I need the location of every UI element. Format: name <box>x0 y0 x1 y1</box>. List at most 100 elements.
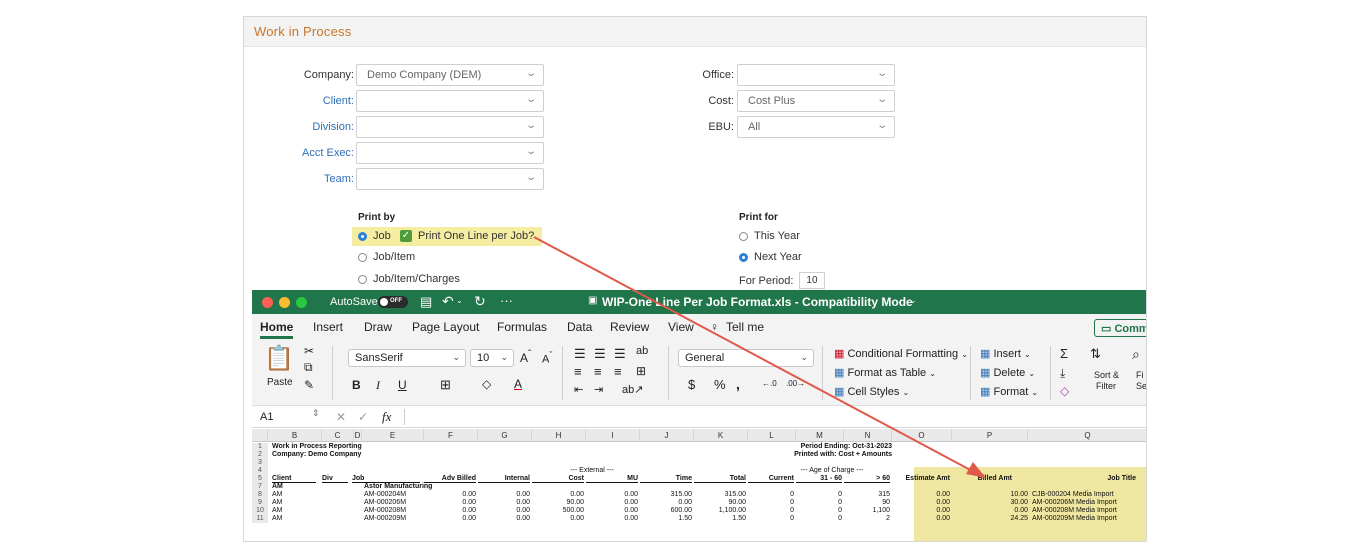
comma-icon[interactable]: , <box>736 376 740 392</box>
cell-estimate-amt[interactable]: 0.00 <box>892 491 950 499</box>
cell-total[interactable]: 315.00 <box>694 491 746 499</box>
radio-job-item-charges[interactable]: Job/Item/Charges <box>358 273 460 285</box>
age-of-charge-header[interactable]: --- Age of Charge --- <box>782 467 882 475</box>
cell-client[interactable]: AM <box>272 515 283 523</box>
row-number[interactable]: 4 <box>252 467 268 475</box>
row-number[interactable]: 11 <box>252 515 268 523</box>
format-as-table-button[interactable]: ▦ Format as Table ⌄ <box>834 366 936 379</box>
save-icon[interactable]: ▤ <box>420 294 432 310</box>
tab-formulas[interactable]: Formulas <box>497 320 547 334</box>
radio-this-year[interactable]: This Year <box>739 230 800 242</box>
header-estimate-amt[interactable]: Estimate Amt <box>892 475 950 483</box>
col-header-o[interactable]: O <box>892 429 952 442</box>
tab-page-layout[interactable]: Page Layout <box>412 320 479 334</box>
name-box[interactable]: A1 <box>260 411 273 423</box>
increase-font-icon[interactable]: Aˆ <box>520 349 531 365</box>
col-header-m[interactable]: M <box>796 429 844 442</box>
orientation-icon[interactable]: ab↗ <box>622 383 643 396</box>
align-middle-icon[interactable]: ☰ <box>594 346 606 362</box>
header-31-60[interactable]: 31 - 60 <box>796 475 842 483</box>
tab-tell-me[interactable]: Tell me <box>726 320 764 334</box>
cell-total[interactable]: 90.00 <box>694 499 746 507</box>
underline-icon[interactable]: U <box>398 378 407 392</box>
stepper-icon[interactable]: ⇕ <box>312 408 320 419</box>
col-header-i[interactable]: I <box>586 429 640 442</box>
col-header-c[interactable]: C <box>322 429 354 442</box>
cell-time[interactable]: 0.00 <box>640 499 692 507</box>
cell-adv-billed[interactable]: 0.00 <box>424 491 476 499</box>
cell-styles-button[interactable]: ▦ Cell Styles ⌄ <box>834 385 909 398</box>
tab-draw[interactable]: Draw <box>364 320 392 334</box>
col-header-n[interactable]: N <box>844 429 892 442</box>
chevron-down-icon[interactable]: ⌄ <box>456 296 463 305</box>
find-label-2[interactable]: Se <box>1136 381 1146 391</box>
row-number[interactable]: 7 <box>252 483 268 491</box>
cell-adv-billed[interactable]: 0.00 <box>424 507 476 515</box>
confirm-icon[interactable]: ✓ <box>358 410 368 424</box>
font-name-select[interactable]: SansSerif ⌄ <box>348 349 466 367</box>
cell-estimate-amt[interactable]: 0.00 <box>892 507 950 515</box>
number-format-select[interactable]: General ⌄ <box>678 349 814 367</box>
cell-billed-amt[interactable]: 0.00 <box>952 507 1028 515</box>
row-number[interactable]: 5 <box>252 475 268 483</box>
col-header-q[interactable]: Q <box>1028 429 1146 442</box>
cell-job[interactable]: AM-000208M <box>364 507 406 515</box>
col-header-j[interactable]: J <box>640 429 694 442</box>
company-select[interactable]: Demo Company (DEM) ⌄ <box>356 64 544 86</box>
cell-job-title[interactable]: CJB-000204 Media Import <box>1032 491 1114 499</box>
find-label-1[interactable]: Fi <box>1136 370 1144 380</box>
division-select[interactable]: ⌄ <box>356 116 544 138</box>
fill-color-icon[interactable]: ◇ <box>482 377 491 391</box>
cell-adv-billed[interactable]: 0.00 <box>424 515 476 523</box>
sort-filter-icon[interactable]: ⇅ <box>1090 346 1101 362</box>
cell-internal[interactable]: 0.00 <box>478 515 530 523</box>
cell-cost[interactable]: 500.00 <box>532 507 584 515</box>
col-header-e[interactable]: E <box>362 429 424 442</box>
autosave-toggle[interactable]: OFF <box>378 296 408 308</box>
cost-select[interactable]: Cost Plus ⌄ <box>737 90 895 112</box>
external-group-header[interactable]: --- External --- <box>552 467 632 475</box>
format-cells-button[interactable]: ▦ Format ⌄ <box>980 385 1038 398</box>
cell-job-title[interactable]: AM-000209M Media Import <box>1032 515 1117 523</box>
client-name-cell[interactable]: Astor Manufacturing <box>364 483 432 491</box>
cell-31-60[interactable]: 0 <box>796 499 842 507</box>
cell-billed-amt[interactable]: 30.00 <box>952 499 1028 507</box>
cell-over-60[interactable]: 2 <box>844 515 890 523</box>
cell-total[interactable]: 1.50 <box>694 515 746 523</box>
tab-data[interactable]: Data <box>567 320 592 334</box>
header-over-60[interactable]: > 60 <box>844 475 890 483</box>
cell-over-60[interactable]: 315 <box>844 491 890 499</box>
undo-icon[interactable]: ↶ <box>442 293 454 310</box>
header-job-title[interactable]: Job Title <box>1028 475 1136 483</box>
currency-icon[interactable]: $ <box>688 377 695 392</box>
tab-view[interactable]: View <box>668 320 694 334</box>
radio-job[interactable]: Job <box>358 230 391 242</box>
row-number[interactable]: 1 <box>252 443 268 451</box>
client-select[interactable]: ⌄ <box>356 90 544 112</box>
header-mu[interactable]: MU <box>586 475 638 483</box>
tab-review[interactable]: Review <box>610 320 649 334</box>
merge-icon[interactable]: ⊞ <box>636 364 646 378</box>
cell-billed-amt[interactable]: 24.25 <box>952 515 1028 523</box>
col-header-b[interactable]: B <box>268 429 322 442</box>
col-header-l[interactable]: L <box>748 429 796 442</box>
align-bottom-icon[interactable]: ☰ <box>614 346 626 362</box>
find-icon[interactable]: ⌕ <box>1132 346 1140 363</box>
cell-time[interactable]: 600.00 <box>640 507 692 515</box>
header-adv-billed[interactable]: Adv Billed <box>424 475 476 483</box>
col-header-d[interactable]: D <box>354 429 362 442</box>
cell-mu[interactable]: 0.00 <box>586 507 638 515</box>
period-input[interactable]: 10 <box>799 272 826 289</box>
report-title-cell[interactable]: Work in Process Reporting <box>272 443 362 451</box>
col-header-k[interactable]: K <box>694 429 748 442</box>
cell-job[interactable]: AM-000204M <box>364 491 406 499</box>
select-all-corner[interactable] <box>252 429 268 442</box>
cancel-icon[interactable]: ✕ <box>336 410 346 424</box>
zoom-window-icon[interactable] <box>296 297 307 308</box>
header-current[interactable]: Current <box>748 475 794 483</box>
cell-over-60[interactable]: 90 <box>844 499 890 507</box>
company-cell[interactable]: Company: Demo Company <box>272 451 361 459</box>
period-ending-cell[interactable]: Period Ending: Oct-31-2023 <box>792 443 892 451</box>
insert-cells-button[interactable]: ▦ Insert ⌄ <box>980 347 1031 360</box>
cell-time[interactable]: 315.00 <box>640 491 692 499</box>
